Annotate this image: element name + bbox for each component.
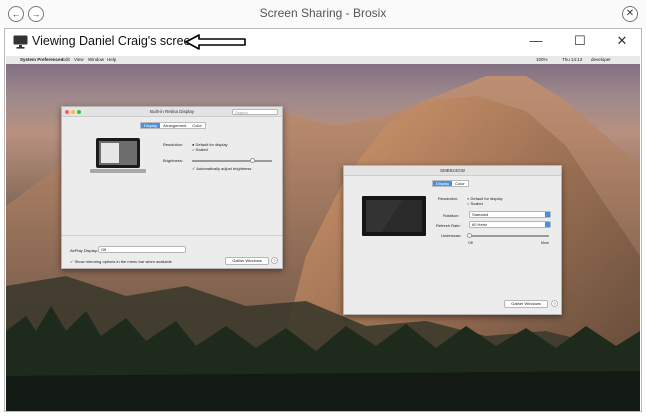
rotation-label: Rotation: bbox=[443, 213, 460, 218]
resolution-label: Resolution: bbox=[163, 142, 184, 147]
app-titlebar: ← → Screen Sharing - Brosix ✕ bbox=[0, 0, 646, 28]
refresh-rate-label: Refresh Rate: bbox=[436, 223, 461, 228]
minimize-icon[interactable]: — bbox=[527, 33, 545, 48]
menubar-clock[interactable]: Thu 14:13 bbox=[562, 56, 582, 64]
brightness-label: Brightness: bbox=[163, 158, 184, 163]
viewer-close-icon[interactable]: ✕ bbox=[613, 33, 631, 49]
airplay-select[interactable]: Off bbox=[98, 246, 186, 253]
mirroring-checkbox[interactable]: ✓ Show mirroring options in the menu bar… bbox=[70, 259, 172, 264]
monitor-icon bbox=[13, 35, 28, 49]
menu-help[interactable]: Help bbox=[107, 56, 116, 64]
external-tabs: Display Color bbox=[432, 180, 469, 187]
tab-arrangement[interactable]: Arrangement bbox=[160, 123, 189, 128]
pointer-arrow-icon bbox=[185, 34, 246, 50]
menu-window[interactable]: Window bbox=[88, 56, 104, 64]
auto-brightness-checkbox[interactable]: ✓ Automatically adjust brightness bbox=[192, 166, 251, 171]
gather-windows-button[interactable]: Gather Windows bbox=[225, 257, 269, 265]
tab-display[interactable]: Display bbox=[141, 123, 161, 128]
retina-display-panel: Built-in Retina Display Search Display A… bbox=[61, 106, 283, 269]
underscan-off-label: Off bbox=[468, 241, 473, 245]
brightness-slider-knob[interactable] bbox=[250, 158, 255, 163]
menubar-user[interactable]: developer bbox=[591, 56, 611, 64]
close-icon[interactable]: ✕ bbox=[622, 6, 638, 22]
ext-gather-windows-button[interactable]: Gather Windows bbox=[504, 300, 548, 308]
underscan-more-label: More bbox=[541, 241, 549, 245]
rotation-select[interactable]: Standard bbox=[469, 211, 551, 218]
underscan-label: Underscan: bbox=[441, 233, 462, 238]
monitor-preview-icon bbox=[362, 196, 426, 236]
brosix-window: ← → Screen Sharing - Brosix ✕ Viewing Da… bbox=[0, 0, 646, 417]
menu-system-preferences[interactable]: System Preferences bbox=[20, 56, 63, 64]
search-field[interactable]: Search bbox=[232, 109, 278, 115]
viewer-header: Viewing Daniel Craig's screen — ☐ ✕ bbox=[5, 29, 641, 56]
ext-resolution-scaled-radio[interactable]: ○ Scaled bbox=[467, 201, 483, 206]
menu-edit[interactable]: Edit bbox=[62, 56, 70, 64]
traffic-zoom-icon[interactable] bbox=[77, 110, 81, 114]
remote-desktop[interactable]: System Preferences Edit View Window Help… bbox=[6, 56, 640, 411]
menu-view[interactable]: View bbox=[74, 56, 84, 64]
external-panel-title: SMB924GW bbox=[344, 166, 561, 176]
help-icon[interactable]: ? bbox=[271, 257, 278, 264]
divider bbox=[62, 235, 282, 236]
traffic-minimize-icon[interactable] bbox=[71, 110, 75, 114]
ext-resolution-label: Resolution: bbox=[438, 196, 459, 201]
tab-color[interactable]: Color bbox=[452, 181, 468, 186]
brightness-slider[interactable] bbox=[192, 158, 272, 163]
tab-display[interactable]: Display bbox=[433, 181, 453, 186]
screen-viewer: Viewing Daniel Craig's screen — ☐ ✕ Syst… bbox=[4, 28, 642, 412]
underscan-slider-knob[interactable] bbox=[467, 233, 472, 238]
ext-help-icon[interactable]: ? bbox=[551, 300, 558, 307]
resolution-scaled-radio[interactable]: ○ Scaled bbox=[192, 147, 208, 152]
battery-status[interactable]: 100% bbox=[536, 56, 548, 64]
tab-color[interactable]: Color bbox=[189, 123, 205, 128]
underscan-slider[interactable] bbox=[467, 233, 549, 238]
refresh-rate-select[interactable]: 60 Hertz bbox=[469, 221, 551, 228]
airplay-label: AirPlay Display: bbox=[70, 248, 99, 253]
external-display-panel: SMB924GW Display Color Resolution: ● Def… bbox=[343, 165, 562, 315]
maximize-icon[interactable]: ☐ bbox=[571, 33, 589, 49]
app-title: Screen Sharing - Brosix bbox=[259, 6, 387, 20]
mac-menubar: System Preferences Edit View Window Help… bbox=[6, 56, 640, 64]
laptop-icon bbox=[90, 138, 146, 173]
viewer-title: Viewing Daniel Craig's screen bbox=[32, 34, 198, 48]
retina-tabs: Display Arrangement Color bbox=[140, 122, 206, 129]
traffic-close-icon[interactable] bbox=[65, 110, 69, 114]
